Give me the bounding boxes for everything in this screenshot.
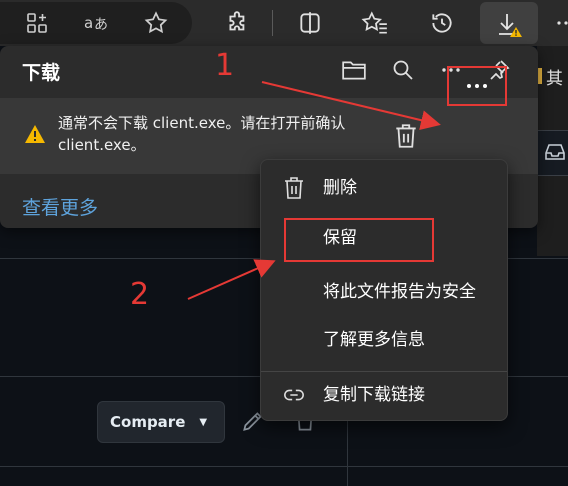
arrow-1 [261,81,441,130]
annotation-arrows [187,81,441,300]
step-number-1: 1 [215,48,235,83]
arrow-2 [187,259,276,300]
step-number-2: 2 [130,277,150,312]
